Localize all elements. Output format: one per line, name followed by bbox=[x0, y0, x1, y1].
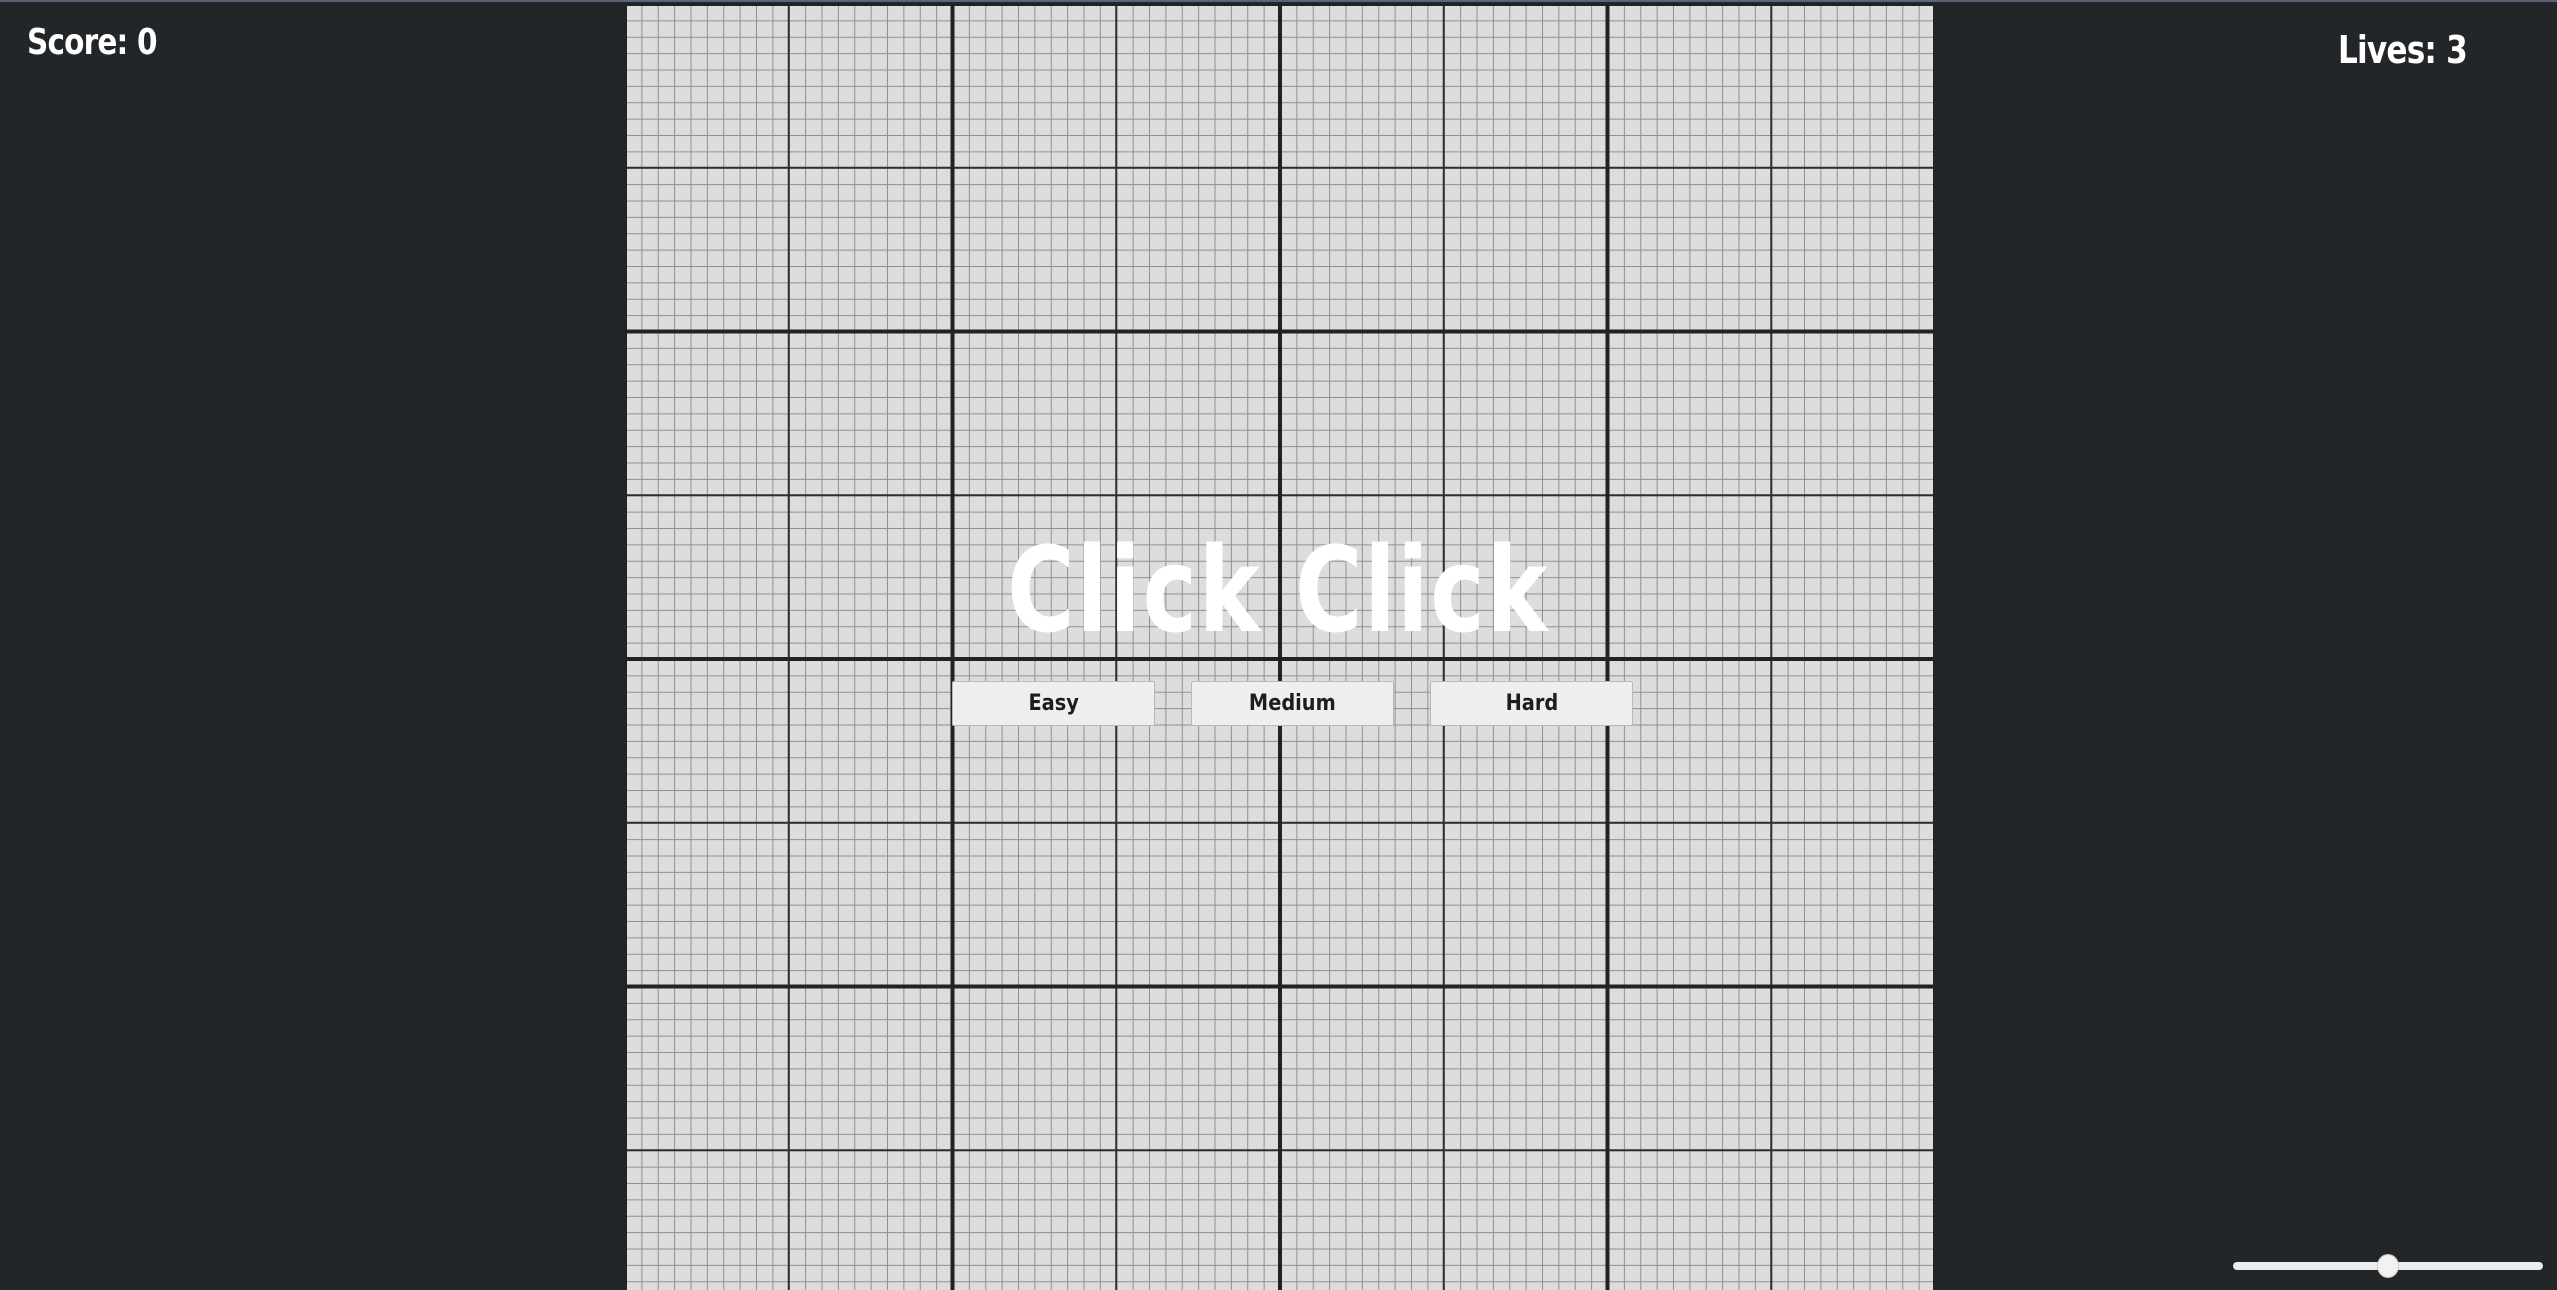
medium-button[interactable]: Medium bbox=[1191, 681, 1394, 726]
volume-slider-thumb[interactable] bbox=[2378, 1255, 2398, 1277]
medium-button-label: Medium bbox=[1249, 691, 1336, 716]
hard-button[interactable]: Hard bbox=[1430, 681, 1633, 726]
top-border-line bbox=[0, 0, 2557, 2]
hard-button-label: Hard bbox=[1505, 691, 1558, 716]
volume-slider[interactable] bbox=[2233, 1255, 2543, 1277]
easy-button-label: Easy bbox=[1028, 691, 1079, 716]
lives-display: Lives: 3 bbox=[2338, 28, 2468, 72]
easy-button[interactable]: Easy bbox=[952, 681, 1155, 726]
score-display: Score: 0 bbox=[27, 22, 158, 63]
game-title: Click Click bbox=[1007, 521, 1550, 659]
